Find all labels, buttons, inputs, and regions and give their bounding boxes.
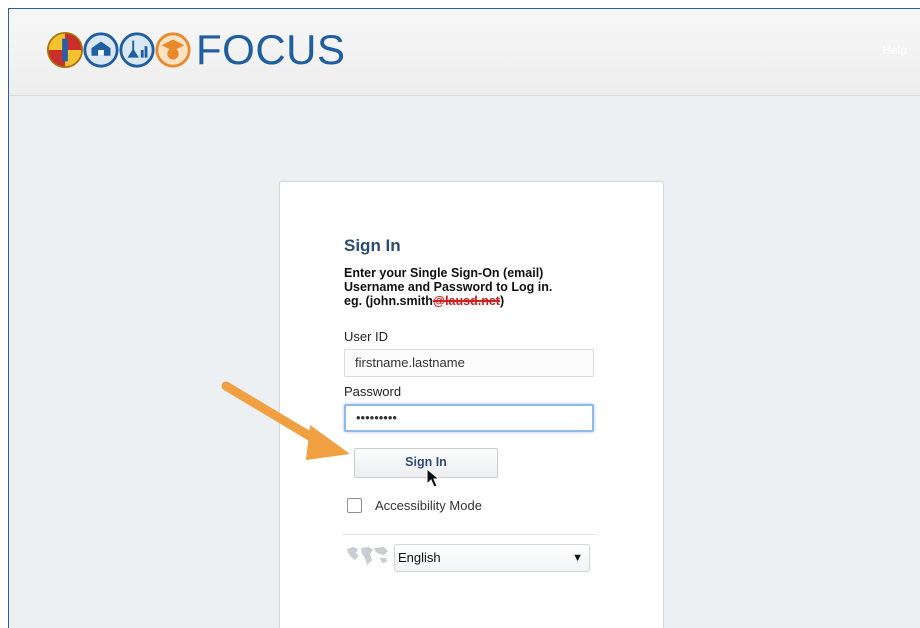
divider: [342, 534, 598, 535]
chevron-down-icon: ▼: [572, 552, 583, 564]
login-instructions: Enter your Single Sign-On (email) Userna…: [344, 266, 552, 308]
school-building-icon: [83, 32, 119, 68]
instructions-example: eg. (john.smith: [344, 294, 433, 308]
struck-domain: @lausd.net: [432, 294, 500, 308]
language-selected: English: [398, 550, 441, 565]
browser-frame: FOCUS Help Sign In Enter your Single Sig…: [8, 8, 920, 628]
header-bar: FOCUS Help: [9, 9, 920, 96]
sign-in-heading: Sign In: [344, 236, 401, 255]
graduate-icon: [155, 32, 191, 68]
login-card: Sign In Enter your Single Sign-On (email…: [279, 181, 664, 628]
instructions-line-1: Enter your Single Sign-On (email): [344, 266, 544, 280]
user-id-input[interactable]: firstname.lastname: [344, 349, 594, 377]
accessibility-checkbox[interactable]: [347, 498, 362, 513]
brand-name: FOCUS: [196, 26, 346, 73]
instructions-line-3: eg. (john.smith@lausd.net): [344, 294, 552, 308]
accessibility-option[interactable]: Accessibility Mode: [347, 498, 482, 513]
lausd-seal-icon: [46, 31, 84, 69]
sign-in-button[interactable]: Sign In: [354, 448, 498, 478]
user-id-label: User ID: [344, 329, 389, 344]
instructions-close: ): [499, 294, 505, 308]
language-select[interactable]: English ▼: [394, 544, 590, 572]
accessibility-label: Accessibility Mode: [375, 498, 482, 513]
password-label: Password: [344, 384, 402, 399]
world-map-icon: [347, 547, 388, 565]
password-input[interactable]: •••••••••: [344, 404, 594, 432]
focus-logo[interactable]: FOCUS: [46, 27, 346, 73]
help-link[interactable]: Help: [882, 43, 907, 57]
instructions-line-2: Username and Password to Log in.: [344, 280, 553, 294]
lab-icon: [119, 32, 155, 68]
